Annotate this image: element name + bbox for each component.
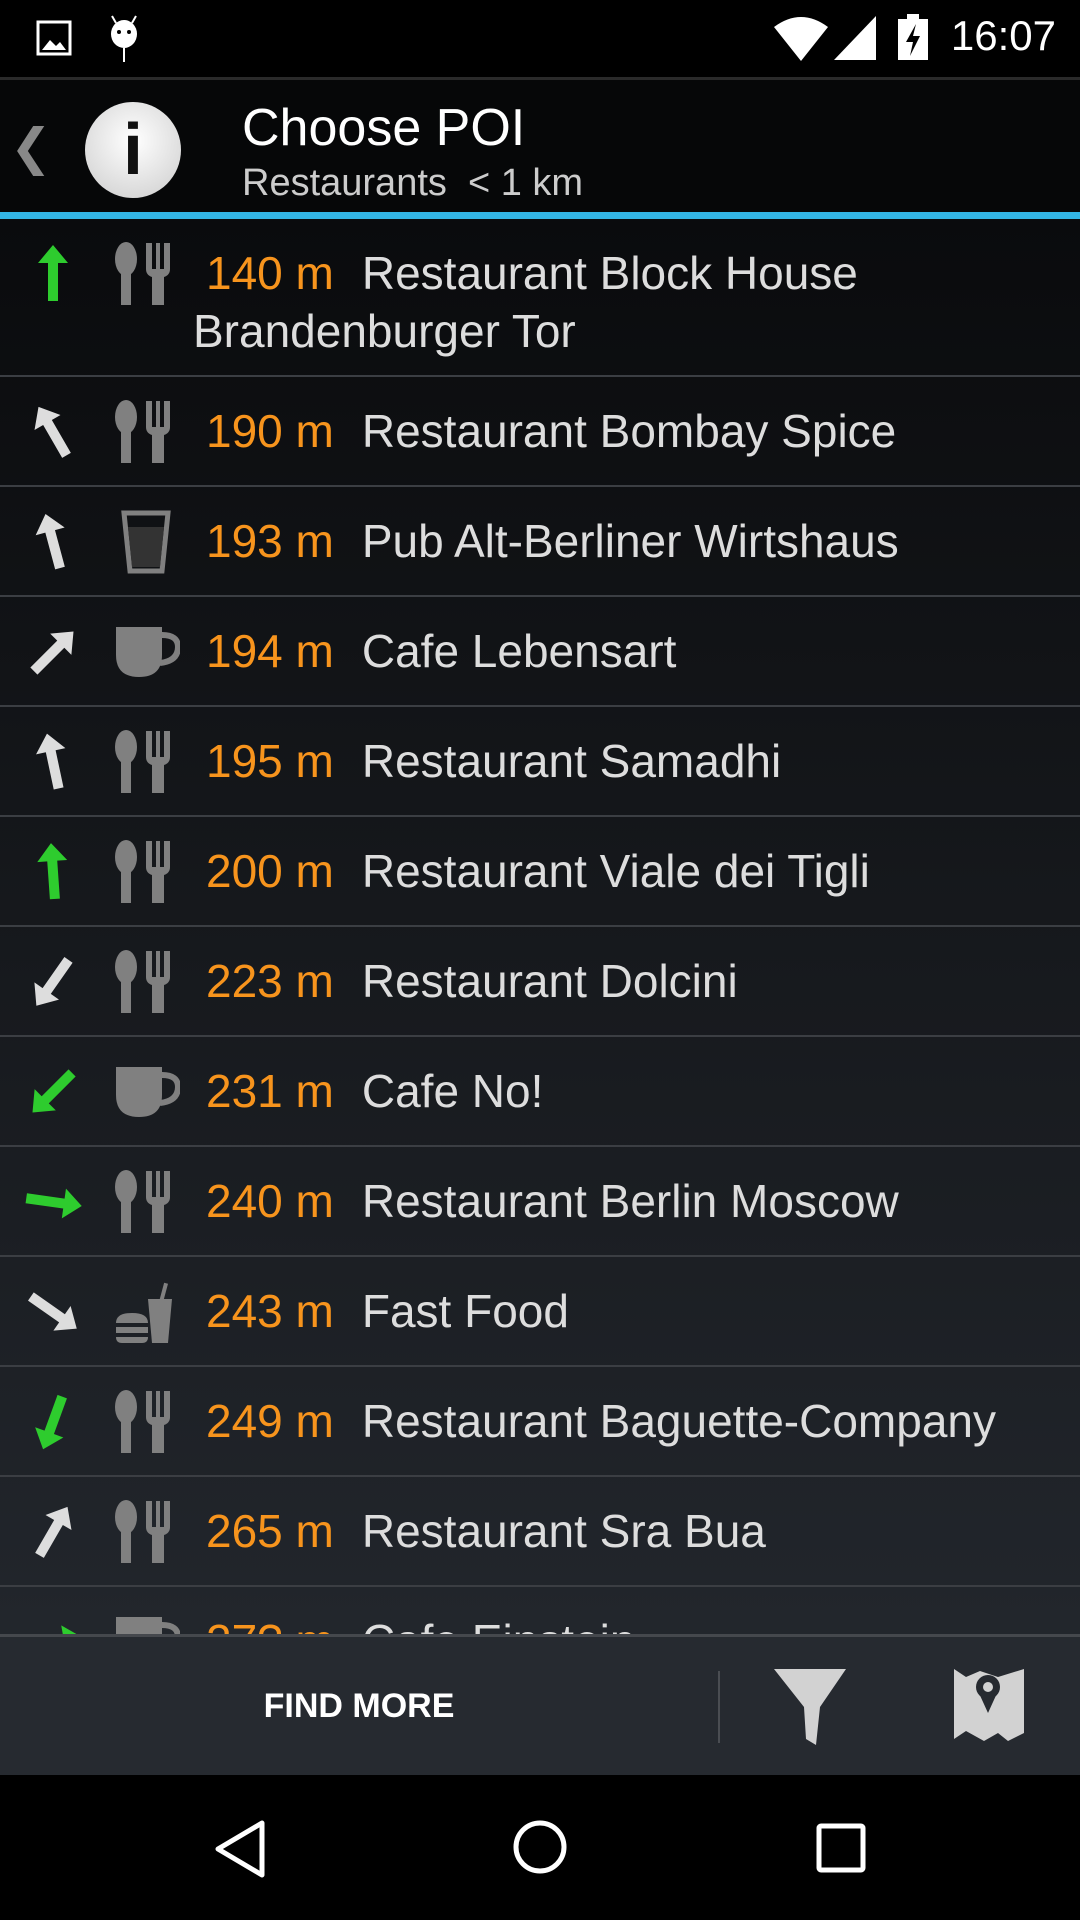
poi-list-item[interactable]: 231 m Cafe No! bbox=[0, 1037, 1080, 1147]
direction-arrow-icon bbox=[38, 245, 68, 301]
poi-list-item[interactable]: 249 m Restaurant Baguette-Company bbox=[0, 1367, 1080, 1477]
poi-name: Pub Alt-Berliner Wirtshaus bbox=[361, 515, 899, 567]
chevron-left-icon[interactable]: ❮ bbox=[10, 118, 52, 176]
restaurant-icon bbox=[112, 839, 180, 905]
signal-icon bbox=[834, 16, 876, 60]
map-pin-icon[interactable] bbox=[952, 1669, 1026, 1745]
poi-distance: 223 m bbox=[206, 955, 334, 1007]
restaurant-icon bbox=[112, 241, 180, 307]
navigation-bar bbox=[0, 1775, 1080, 1920]
poi-distance: 27? m bbox=[206, 1615, 334, 1634]
poi-list-item[interactable]: 194 m Cafe Lebensart bbox=[0, 597, 1080, 707]
poi-name: Cafe Einstein bbox=[362, 1615, 636, 1634]
poi-distance: 190 m bbox=[206, 405, 334, 457]
filter-icon[interactable] bbox=[772, 1669, 848, 1745]
restaurant-icon bbox=[112, 1499, 180, 1565]
poi-name: Cafe No! bbox=[361, 1065, 544, 1117]
poi-list-item[interactable]: 200 m Restaurant Viale dei Tigli bbox=[0, 817, 1080, 927]
image-icon bbox=[36, 20, 72, 56]
app-header: ❮ i Choose POI Restaurants < 1 km bbox=[0, 77, 1080, 212]
poi-distance: 243 m bbox=[206, 1285, 334, 1337]
poi-list-item[interactable]: 195 m Restaurant Samadhi bbox=[0, 707, 1080, 817]
direction-arrow-icon bbox=[32, 1069, 76, 1113]
restaurant-icon bbox=[112, 1389, 180, 1455]
direction-arrow-icon bbox=[25, 1188, 82, 1219]
direction-arrow-icon bbox=[34, 957, 73, 1006]
poi-name: Restaurant Baguette-Company bbox=[361, 1395, 996, 1447]
status-bar: 16:07 bbox=[0, 0, 1080, 75]
poi-distance: 194 m bbox=[206, 625, 334, 677]
poi-list-item[interactable]: 265 m Restaurant Sra Bua bbox=[0, 1477, 1080, 1587]
info-icon[interactable]: i bbox=[85, 102, 181, 198]
poi-list-item[interactable]: 223 m Restaurant Dolcini bbox=[0, 927, 1080, 1037]
wifi-icon bbox=[774, 17, 828, 61]
poi-distance: 193 m bbox=[206, 515, 334, 567]
poi-distance: 200 m bbox=[206, 845, 334, 897]
poi-distance: 265 m bbox=[206, 1505, 334, 1557]
cafe-icon bbox=[112, 1059, 182, 1125]
page-subtitle: Restaurants < 1 km bbox=[242, 162, 584, 204]
poi-name: Restaurant Sra Bua bbox=[361, 1505, 766, 1557]
divider bbox=[718, 1671, 720, 1743]
poi-list-item[interactable]: 190 m Restaurant Bombay Spice bbox=[0, 377, 1080, 487]
back-icon[interactable] bbox=[212, 1819, 268, 1879]
poi-distance: 195 m bbox=[206, 735, 334, 787]
restaurant-icon bbox=[112, 949, 180, 1015]
poi-distance: 249 m bbox=[206, 1395, 334, 1447]
fastfood-icon bbox=[112, 1279, 180, 1345]
direction-arrow-icon bbox=[37, 843, 68, 900]
direction-arrow-icon bbox=[28, 1292, 77, 1331]
cafe-icon bbox=[112, 619, 182, 685]
direction-arrow-icon bbox=[35, 1394, 67, 1450]
direction-arrow-icon bbox=[34, 406, 71, 458]
restaurant-icon bbox=[112, 399, 180, 465]
direction-arrow-icon bbox=[35, 513, 65, 570]
bottom-bar: FIND MORE bbox=[0, 1634, 1080, 1775]
direction-arrow-icon bbox=[30, 631, 74, 675]
page-title: Choose POI bbox=[242, 99, 526, 157]
direction-arrow-icon bbox=[35, 1506, 72, 1558]
poi-list-item[interactable]: 193 m Pub Alt-Berliner Wirtshaus bbox=[0, 487, 1080, 597]
recents-icon[interactable] bbox=[816, 1823, 866, 1873]
battery-charging-icon bbox=[898, 14, 928, 60]
find-more-button[interactable]: FIND MORE bbox=[0, 1637, 718, 1775]
poi-list-item[interactable]: 27? m Cafe Einstein bbox=[0, 1587, 1080, 1634]
cafe-icon bbox=[112, 1609, 181, 1634]
android-debug-icon bbox=[111, 15, 137, 62]
restaurant-icon bbox=[112, 729, 180, 795]
clock: 16:07 bbox=[950, 12, 1056, 59]
poi-name: Restaurant Bombay Spice bbox=[361, 405, 897, 457]
direction-arrow-icon bbox=[36, 733, 66, 790]
poi-name: Cafe Lebensart bbox=[361, 625, 677, 677]
header-accent-divider bbox=[0, 212, 1080, 219]
poi-name: Restaurant Dolcini bbox=[361, 955, 738, 1007]
direction-arrow-icon bbox=[25, 1625, 82, 1634]
poi-name: Restaurant Samadhi bbox=[361, 735, 782, 787]
poi-distance: 140 m bbox=[206, 247, 334, 299]
poi-list-item[interactable]: 240 m Restaurant Berlin Moscow bbox=[0, 1147, 1080, 1257]
restaurant-icon bbox=[112, 1169, 180, 1235]
poi-distance: 240 m bbox=[206, 1175, 334, 1227]
poi-list[interactable]: 140 m Restaurant Block House Brandenburge… bbox=[0, 219, 1080, 1634]
pub-icon bbox=[112, 509, 180, 575]
poi-name: Restaurant Berlin Moscow bbox=[361, 1175, 899, 1227]
poi-list-item[interactable]: 140 m Restaurant Block House Brandenburge… bbox=[0, 219, 1080, 377]
poi-name: Fast Food bbox=[361, 1285, 569, 1337]
home-icon[interactable] bbox=[512, 1819, 568, 1875]
poi-distance: 231 m bbox=[206, 1065, 334, 1117]
poi-name: Restaurant Viale dei Tigli bbox=[361, 845, 870, 897]
poi-list-item[interactable]: 243 m Fast Food bbox=[0, 1257, 1080, 1367]
